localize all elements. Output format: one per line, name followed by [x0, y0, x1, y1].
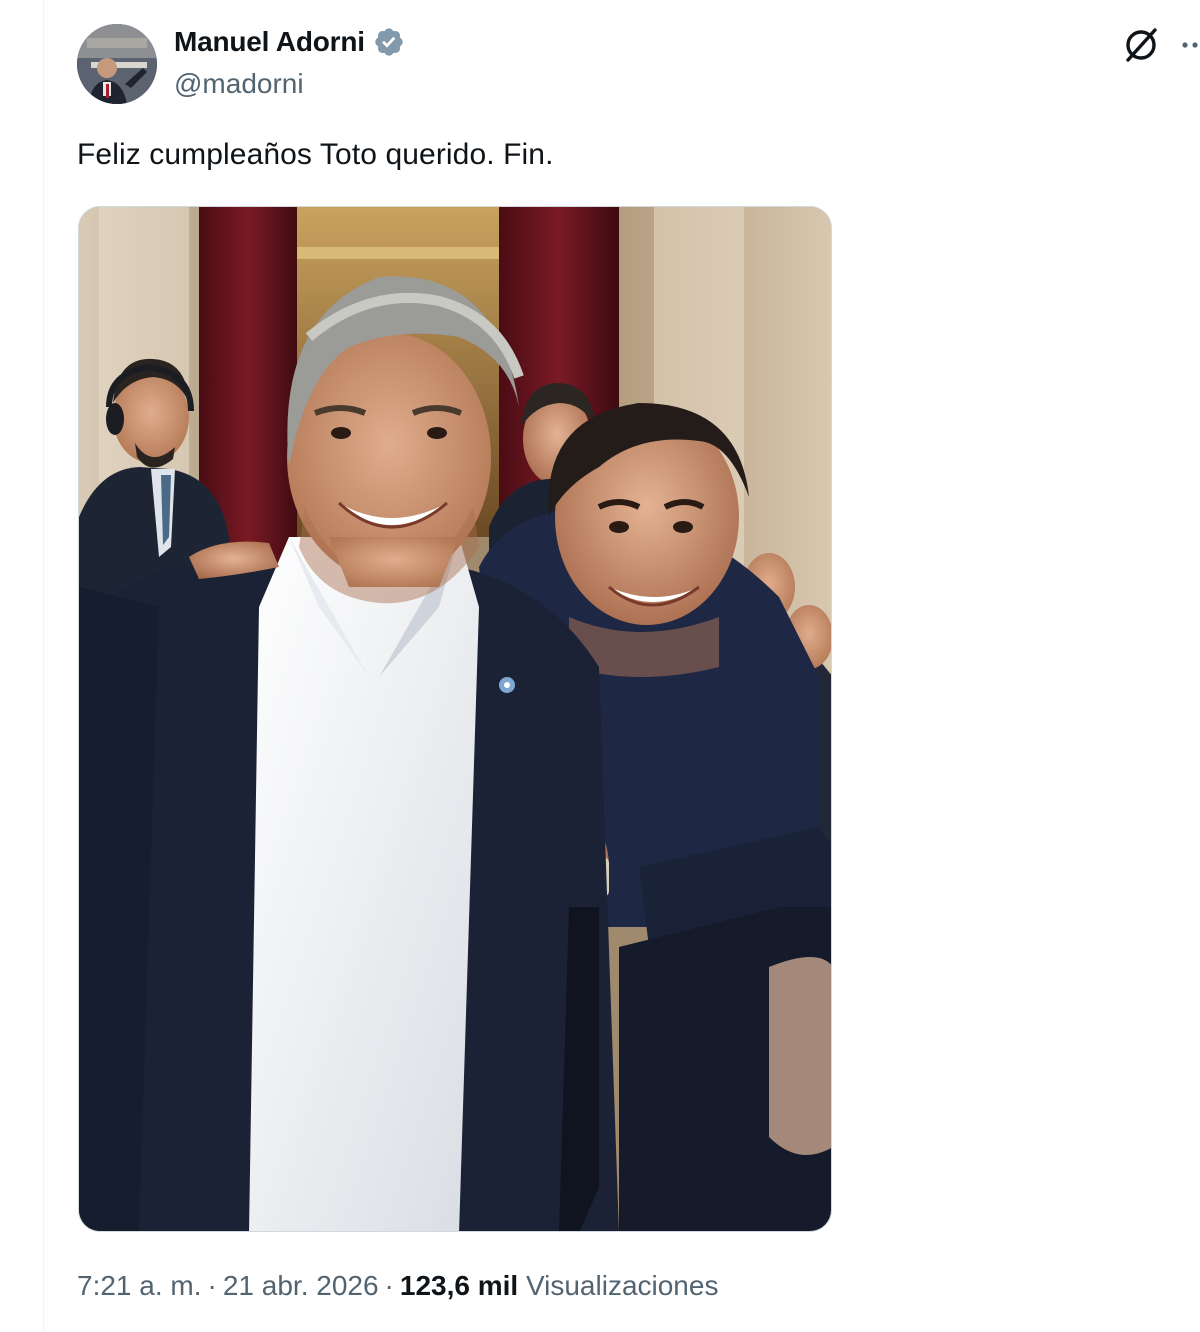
attached-photo [79, 207, 831, 1231]
author-avatar[interactable] [77, 24, 157, 104]
author-name[interactable]: Manuel Adorni [174, 26, 365, 58]
verified-badge-icon[interactable] [373, 26, 405, 58]
grok-icon[interactable] [1122, 26, 1160, 64]
views-count: 123,6 mil [399, 1270, 519, 1301]
timeline-border [43, 0, 44, 1332]
tweet-photo[interactable] [78, 206, 832, 1232]
tweet-meta: 7:21 a. m. · 21 abr. 2026 · 123,6 mil Visual… [77, 1270, 718, 1302]
avatar-photo [77, 24, 157, 104]
tweet-page: Manuel Adorni @madorni Feliz cumpleaños … [0, 0, 1200, 1332]
tweet-time[interactable]: 7:21 a. m. [77, 1270, 202, 1301]
more-dots-icon[interactable] [1180, 30, 1200, 60]
meta-separator: · [384, 1270, 394, 1301]
meta-separator: · [207, 1270, 217, 1301]
tweet-text: Feliz cumpleaños Toto querido. Fin. [77, 138, 554, 171]
tweet-date[interactable]: 21 abr. 2026 [223, 1270, 379, 1301]
author-name-row[interactable]: Manuel Adorni [174, 26, 405, 58]
views-label: Visualizaciones [525, 1270, 719, 1301]
author-handle[interactable]: @madorni [174, 68, 304, 100]
